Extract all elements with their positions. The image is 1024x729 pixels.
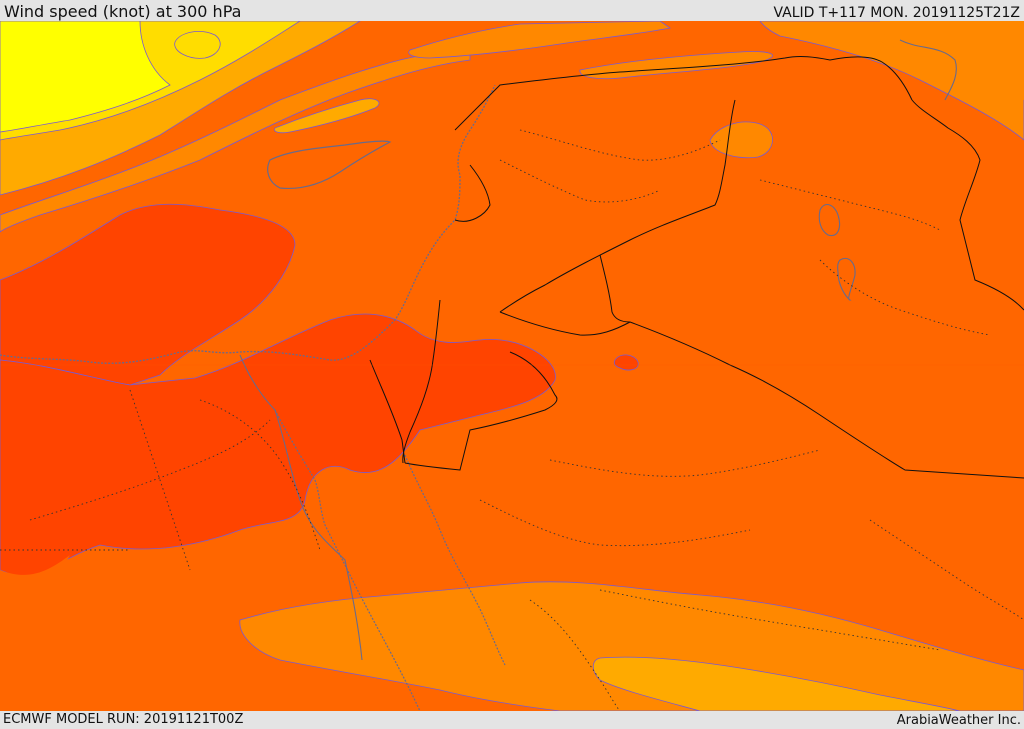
model-run: ECMWF MODEL RUN: 20191121T00Z (3, 712, 244, 727)
valid-time: VALID T+117 MON. 20191125T21Z (773, 5, 1020, 21)
wind-speed-map[interactable] (0, 21, 1024, 711)
map-footer: ECMWF MODEL RUN: 20191121T00Z ArabiaWeat… (0, 711, 1024, 729)
credit-text: ArabiaWeather Inc. (896, 713, 1021, 728)
map-header: Wind speed (knot) at 300 hPa VALID T+117… (0, 0, 1024, 21)
map-title: Wind speed (knot) at 300 hPa (4, 2, 242, 21)
